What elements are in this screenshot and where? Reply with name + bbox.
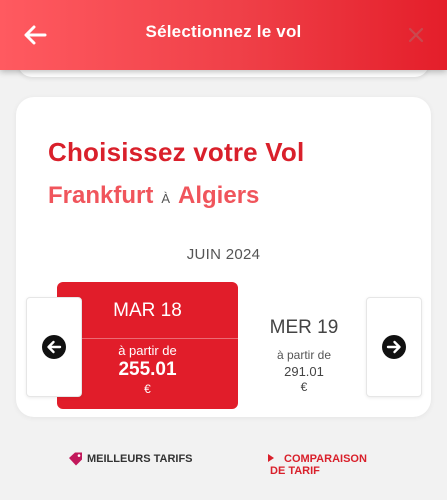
date-card-price: 255.01	[118, 359, 177, 380]
fare-comparison-link[interactable]: COMPARAISON DE TARIF	[268, 453, 367, 477]
fare-comparison-label-line1: COMPARAISON	[284, 453, 367, 465]
date-card-from-label: à partir de	[118, 343, 177, 358]
arrow-left-circle-icon	[42, 335, 66, 359]
month-label: JUIN 2024	[186, 246, 261, 263]
card-title: Choisissez votre Vol	[48, 137, 305, 167]
date-card-next[interactable]: MER 19 à partir de 291.01 €	[244, 297, 364, 397]
date-card-divider	[57, 338, 238, 339]
close-button[interactable]	[403, 22, 429, 48]
date-card-price: 291.01	[284, 364, 324, 379]
date-card-currency: €	[144, 382, 151, 396]
origin-city: Frankfurt	[48, 182, 154, 209]
fare-comparison-label: COMPARAISON DE TARIF	[270, 453, 367, 477]
arrow-right-circle-icon	[382, 335, 406, 359]
price-tag-icon	[69, 452, 82, 466]
date-card-selected[interactable]: MAR 18 à partir de 255.01 €	[57, 282, 238, 409]
previous-date-button[interactable]	[26, 297, 82, 397]
date-card-currency: €	[300, 380, 308, 394]
date-card-day: MAR 18	[113, 300, 182, 321]
destination-city: Algiers	[178, 182, 260, 209]
date-card-day: MER 19	[269, 317, 339, 338]
route-separator: À	[161, 191, 171, 206]
best-fares-link[interactable]: MEILLEURS TARIFS	[68, 452, 193, 466]
fare-comparison-label-line2: DE TARIF	[270, 465, 320, 477]
date-card-from-label: à partir de	[276, 348, 332, 362]
route: Frankfurt À Algiers	[48, 182, 259, 210]
caret-right-icon	[268, 454, 274, 462]
app-header: Sélectionnez le vol	[0, 0, 447, 70]
close-icon	[408, 27, 424, 43]
page-title: Sélectionnez le vol	[145, 22, 302, 41]
next-date-button[interactable]	[366, 297, 422, 397]
best-fares-label: MEILLEURS TARIFS	[87, 453, 193, 465]
